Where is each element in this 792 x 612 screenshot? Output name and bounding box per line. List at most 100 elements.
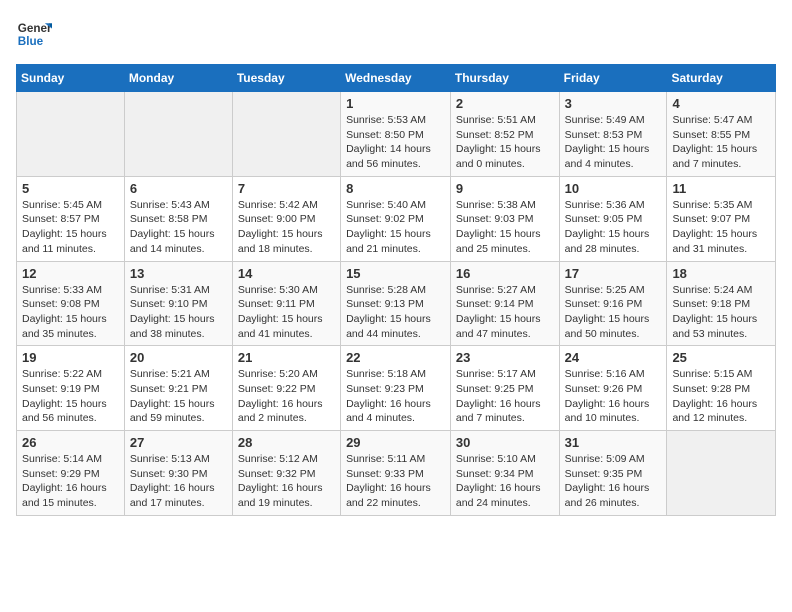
calendar-cell: 8Sunrise: 5:40 AMSunset: 9:02 PMDaylight… <box>341 176 451 261</box>
calendar-cell: 26 Sunrise: 5:14 AMSunset: 9:29 PMDayligh… <box>17 431 125 516</box>
calendar-cell <box>667 431 776 516</box>
day-info: Sunrise: 5:51 AMSunset: 8:52 PMDaylight:… <box>456 113 554 172</box>
calendar-cell <box>232 92 340 177</box>
day-info: Sunrise: 5:45 AMSunset: 8:57 PMDaylight:… <box>22 198 119 257</box>
day-number: 25 <box>672 350 770 365</box>
day-number: 28 <box>238 435 335 450</box>
day-info: Sunrise: 5:18 AMSunset: 9:23 PMDaylight:… <box>346 367 445 426</box>
calendar-cell: 18 Sunrise: 5:24 AMSunset: 9:18 PMDayligh… <box>667 261 776 346</box>
day-info: Sunrise: 5:36 AMSunset: 9:05 PMDaylight:… <box>565 198 662 257</box>
weekday-header-sunday: Sunday <box>17 65 125 92</box>
day-number: 7 <box>238 181 335 196</box>
calendar-cell: 16 Sunrise: 5:27 AMSunset: 9:14 PMDayligh… <box>450 261 559 346</box>
calendar-cell: 24 Sunrise: 5:16 AMSunset: 9:26 PMDayligh… <box>559 346 667 431</box>
day-info: Sunrise: 5:10 AMSunset: 9:34 PMDaylight:… <box>456 452 554 511</box>
calendar-cell: 15Sunrise: 5:28 AMSunset: 9:13 PMDayligh… <box>341 261 451 346</box>
weekday-header-friday: Friday <box>559 65 667 92</box>
calendar-week-row: 12 Sunrise: 5:33 AMSunset: 9:08 PMDayligh… <box>17 261 776 346</box>
calendar-week-row: 19Sunrise: 5:22 AMSunset: 9:19 PMDayligh… <box>17 346 776 431</box>
day-info: Sunrise: 5:14 AMSunset: 9:29 PMDaylight:… <box>22 452 119 511</box>
calendar-cell: 21 Sunrise: 5:20 AMSunset: 9:22 PMDayligh… <box>232 346 340 431</box>
day-number: 31 <box>565 435 662 450</box>
calendar-week-row: 5 Sunrise: 5:45 AMSunset: 8:57 PMDaylight… <box>17 176 776 261</box>
svg-text:Blue: Blue <box>18 35 44 48</box>
calendar-cell: 27Sunrise: 5:13 AMSunset: 9:30 PMDayligh… <box>124 431 232 516</box>
day-number: 24 <box>565 350 662 365</box>
calendar-cell: 5 Sunrise: 5:45 AMSunset: 8:57 PMDaylight… <box>17 176 125 261</box>
calendar-cell: 2 Sunrise: 5:51 AMSunset: 8:52 PMDaylight… <box>450 92 559 177</box>
calendar-cell <box>17 92 125 177</box>
day-number: 11 <box>672 181 770 196</box>
day-info: Sunrise: 5:17 AMSunset: 9:25 PMDaylight:… <box>456 367 554 426</box>
day-number: 18 <box>672 266 770 281</box>
day-info: Sunrise: 5:43 AMSunset: 8:58 PMDaylight:… <box>130 198 227 257</box>
day-info: Sunrise: 5:24 AMSunset: 9:18 PMDaylight:… <box>672 283 770 342</box>
day-number: 21 <box>238 350 335 365</box>
day-number: 4 <box>672 96 770 111</box>
day-number: 16 <box>456 266 554 281</box>
weekday-header-saturday: Saturday <box>667 65 776 92</box>
day-number: 17 <box>565 266 662 281</box>
day-info: Sunrise: 5:12 AMSunset: 9:32 PMDaylight:… <box>238 452 335 511</box>
day-number: 26 <box>22 435 119 450</box>
day-info: Sunrise: 5:53 AMSunset: 8:50 PMDaylight:… <box>346 113 445 172</box>
calendar-cell: 30 Sunrise: 5:10 AMSunset: 9:34 PMDayligh… <box>450 431 559 516</box>
day-info: Sunrise: 5:15 AMSunset: 9:28 PMDaylight:… <box>672 367 770 426</box>
day-info: Sunrise: 5:33 AMSunset: 9:08 PMDaylight:… <box>22 283 119 342</box>
calendar-cell: 14 Sunrise: 5:30 AMSunset: 9:11 PMDayligh… <box>232 261 340 346</box>
day-info: Sunrise: 5:49 AMSunset: 8:53 PMDaylight:… <box>565 113 662 172</box>
calendar-header-row: SundayMondayTuesdayWednesdayThursdayFrid… <box>17 65 776 92</box>
day-info: Sunrise: 5:25 AMSunset: 9:16 PMDaylight:… <box>565 283 662 342</box>
day-info: Sunrise: 5:21 AMSunset: 9:21 PMDaylight:… <box>130 367 227 426</box>
day-info: Sunrise: 5:30 AMSunset: 9:11 PMDaylight:… <box>238 283 335 342</box>
weekday-header-thursday: Thursday <box>450 65 559 92</box>
day-number: 22 <box>346 350 445 365</box>
day-number: 23 <box>456 350 554 365</box>
calendar-cell: 17 Sunrise: 5:25 AMSunset: 9:16 PMDayligh… <box>559 261 667 346</box>
calendar-cell: 31Sunrise: 5:09 AMSunset: 9:35 PMDayligh… <box>559 431 667 516</box>
day-info: Sunrise: 5:16 AMSunset: 9:26 PMDaylight:… <box>565 367 662 426</box>
calendar-cell: 20 Sunrise: 5:21 AMSunset: 9:21 PMDayligh… <box>124 346 232 431</box>
day-number: 20 <box>130 350 227 365</box>
day-number: 12 <box>22 266 119 281</box>
logo: General Blue <box>16 16 52 52</box>
calendar-cell: 11 Sunrise: 5:35 AMSunset: 9:07 PMDayligh… <box>667 176 776 261</box>
day-number: 30 <box>456 435 554 450</box>
day-number: 9 <box>456 181 554 196</box>
calendar-cell: 13Sunrise: 5:31 AMSunset: 9:10 PMDayligh… <box>124 261 232 346</box>
page-header: General Blue <box>16 16 776 52</box>
day-info: Sunrise: 5:40 AMSunset: 9:02 PMDaylight:… <box>346 198 445 257</box>
day-info: Sunrise: 5:27 AMSunset: 9:14 PMDaylight:… <box>456 283 554 342</box>
day-number: 3 <box>565 96 662 111</box>
calendar-cell: 7 Sunrise: 5:42 AMSunset: 9:00 PMDaylight… <box>232 176 340 261</box>
calendar-cell: 1 Sunrise: 5:53 AMSunset: 8:50 PMDaylight… <box>341 92 451 177</box>
calendar-cell: 23 Sunrise: 5:17 AMSunset: 9:25 PMDayligh… <box>450 346 559 431</box>
calendar-cell: 29 Sunrise: 5:11 AMSunset: 9:33 PMDayligh… <box>341 431 451 516</box>
calendar-cell: 3 Sunrise: 5:49 AMSunset: 8:53 PMDaylight… <box>559 92 667 177</box>
calendar-cell: 10Sunrise: 5:36 AMSunset: 9:05 PMDayligh… <box>559 176 667 261</box>
calendar-cell: 9Sunrise: 5:38 AMSunset: 9:03 PMDaylight… <box>450 176 559 261</box>
day-info: Sunrise: 5:22 AMSunset: 9:19 PMDaylight:… <box>22 367 119 426</box>
calendar-cell: 19Sunrise: 5:22 AMSunset: 9:19 PMDayligh… <box>17 346 125 431</box>
day-number: 1 <box>346 96 445 111</box>
calendar-cell: 28 Sunrise: 5:12 AMSunset: 9:32 PMDayligh… <box>232 431 340 516</box>
day-number: 5 <box>22 181 119 196</box>
day-info: Sunrise: 5:13 AMSunset: 9:30 PMDaylight:… <box>130 452 227 511</box>
day-info: Sunrise: 5:20 AMSunset: 9:22 PMDaylight:… <box>238 367 335 426</box>
day-info: Sunrise: 5:31 AMSunset: 9:10 PMDaylight:… <box>130 283 227 342</box>
day-info: Sunrise: 5:11 AMSunset: 9:33 PMDaylight:… <box>346 452 445 511</box>
day-number: 29 <box>346 435 445 450</box>
calendar-cell: 6Sunrise: 5:43 AMSunset: 8:58 PMDaylight… <box>124 176 232 261</box>
day-info: Sunrise: 5:47 AMSunset: 8:55 PMDaylight:… <box>672 113 770 172</box>
day-info: Sunrise: 5:35 AMSunset: 9:07 PMDaylight:… <box>672 198 770 257</box>
calendar-week-row: 1 Sunrise: 5:53 AMSunset: 8:50 PMDaylight… <box>17 92 776 177</box>
logo-icon: General Blue <box>16 16 52 52</box>
day-info: Sunrise: 5:42 AMSunset: 9:00 PMDaylight:… <box>238 198 335 257</box>
weekday-header-tuesday: Tuesday <box>232 65 340 92</box>
calendar-cell: 4 Sunrise: 5:47 AMSunset: 8:55 PMDaylight… <box>667 92 776 177</box>
day-number: 14 <box>238 266 335 281</box>
calendar-table: SundayMondayTuesdayWednesdayThursdayFrid… <box>16 64 776 516</box>
calendar-cell: 22 Sunrise: 5:18 AMSunset: 9:23 PMDayligh… <box>341 346 451 431</box>
day-number: 2 <box>456 96 554 111</box>
calendar-week-row: 26 Sunrise: 5:14 AMSunset: 9:29 PMDayligh… <box>17 431 776 516</box>
